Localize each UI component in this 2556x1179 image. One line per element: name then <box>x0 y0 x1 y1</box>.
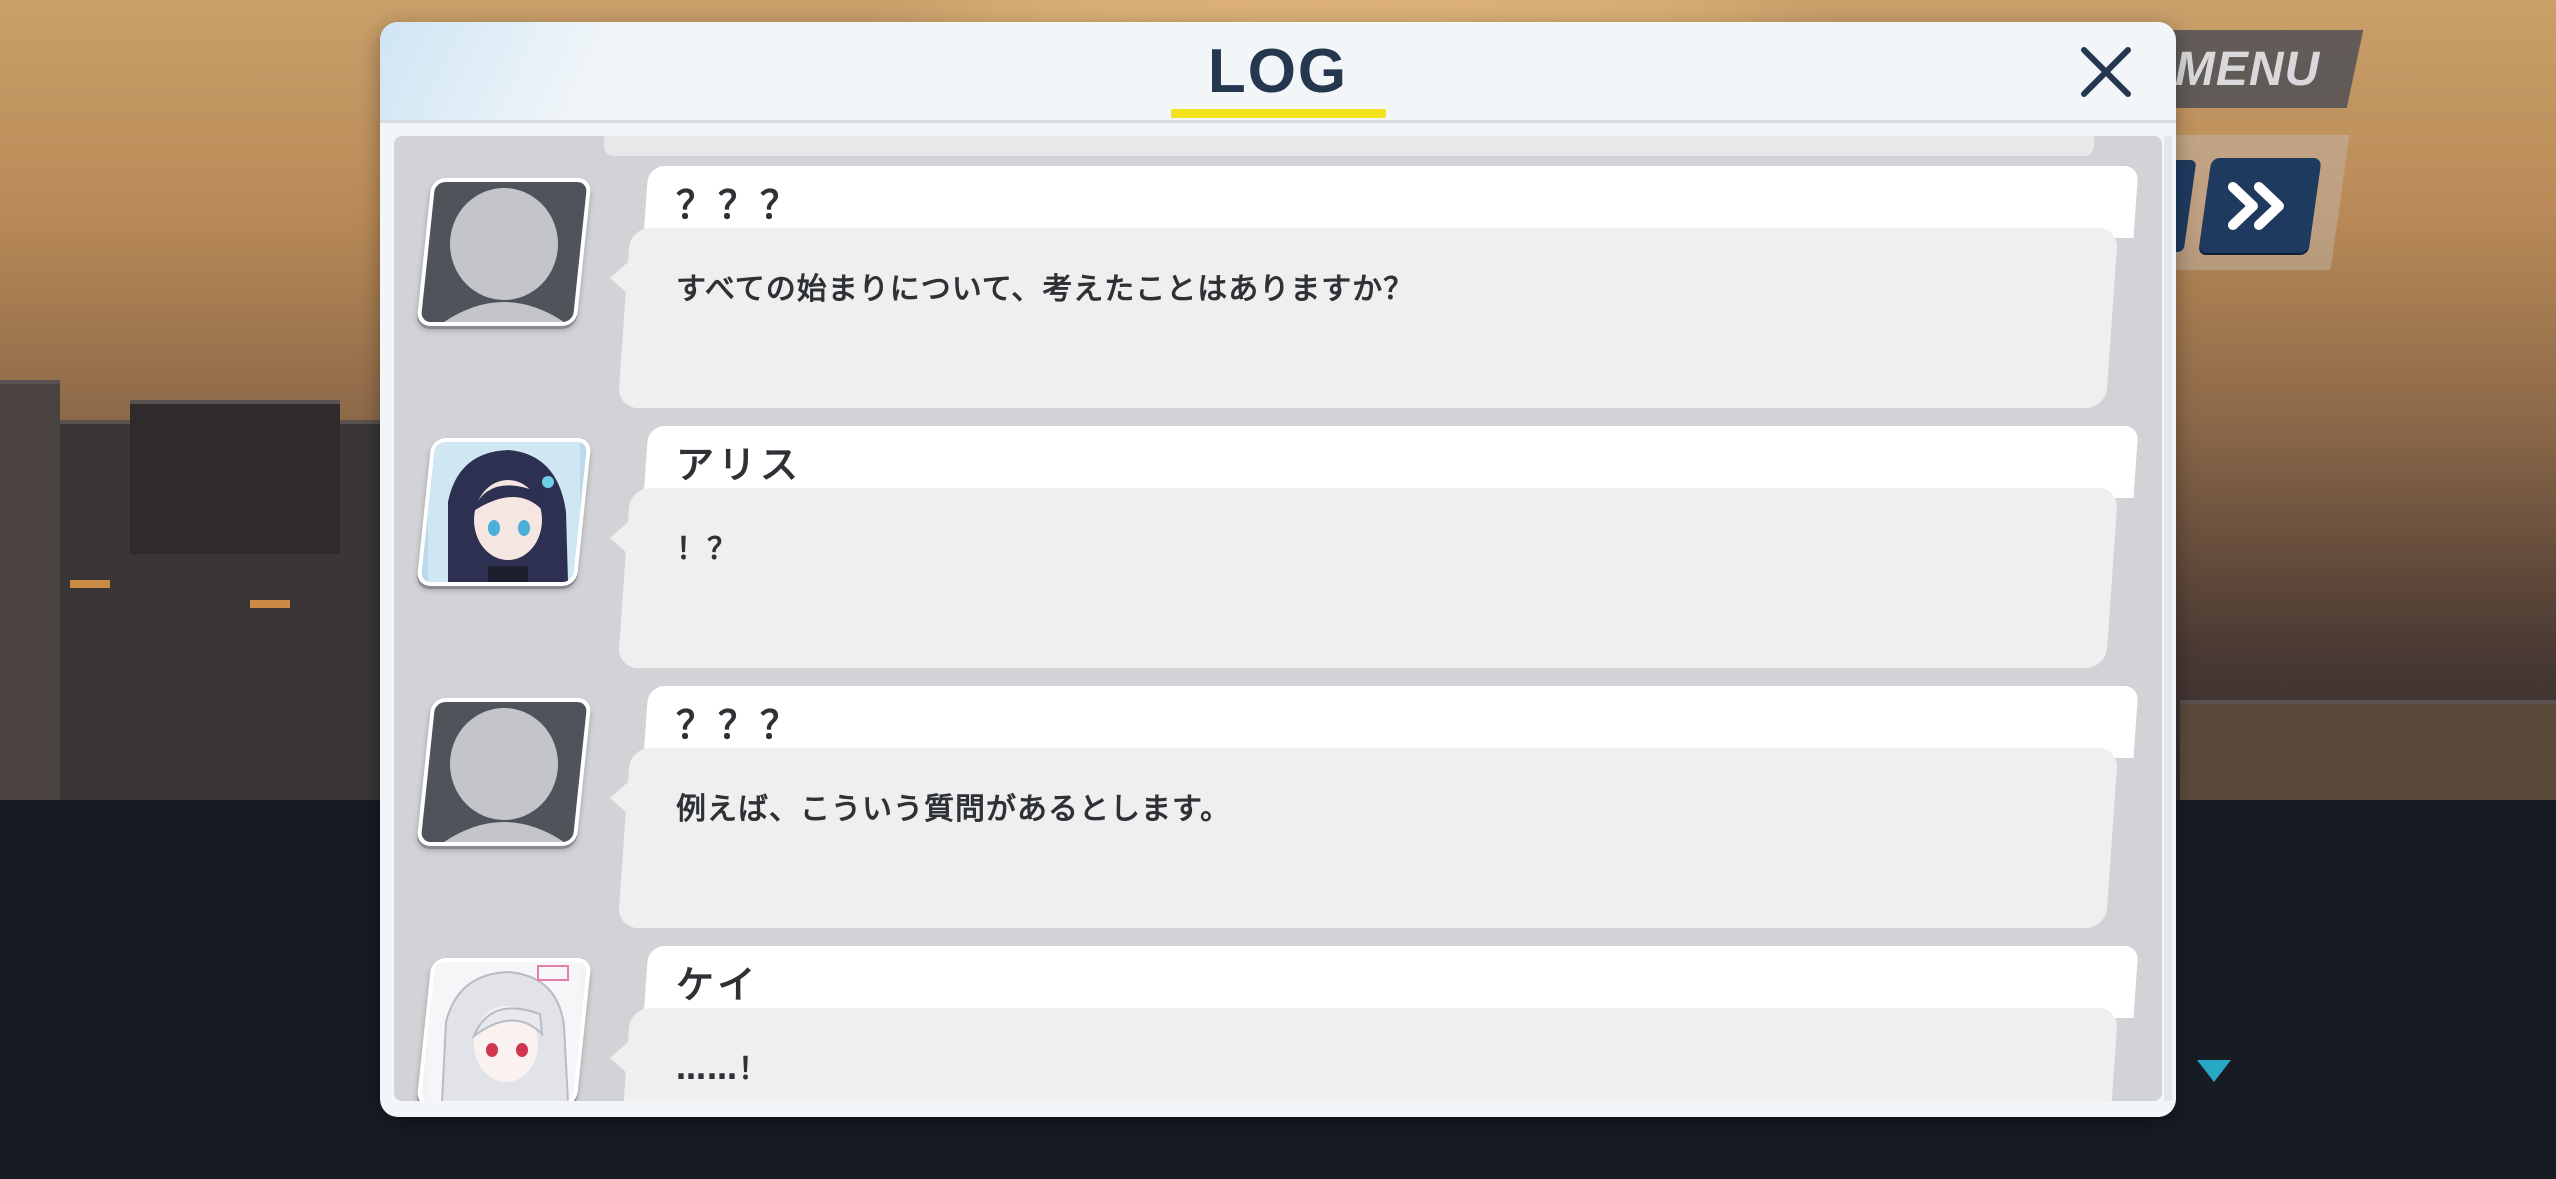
scroll-bar[interactable] <box>2164 136 2172 1101</box>
double-chevron-right-icon <box>2228 181 2284 230</box>
triangle-down-icon <box>2197 1060 2231 1082</box>
speaker-name: ？？？ <box>676 183 803 227</box>
dialogue-bubble <box>617 488 2119 668</box>
log-entry: ？？？ 例えば、こういう質問があるとします。 <box>394 686 2162 931</box>
background-light-strip <box>70 580 110 588</box>
background-building-left-upper <box>130 400 340 554</box>
portrait <box>416 178 592 326</box>
dialogue-text: すべての始まりについて、考えたことはありますか？ <box>676 272 1415 307</box>
portrait-kei <box>420 962 588 1101</box>
silhouette-icon <box>444 708 564 842</box>
menu-button-label: MENU <box>2174 42 2321 96</box>
background-building-left-tower <box>0 380 60 804</box>
speaker-name: ケイ <box>676 963 760 1007</box>
dialogue-text: ！？ <box>676 532 738 567</box>
background-building-right <box>2180 700 2556 814</box>
silhouette-icon <box>444 188 564 322</box>
kei-portrait-icon <box>428 962 580 1101</box>
title-underline <box>1171 109 1386 118</box>
dialogue-text: ……！ <box>676 1052 769 1087</box>
dialogue-bubble <box>617 1008 2119 1101</box>
portrait <box>416 438 592 586</box>
dialogue-text: 例えば、こういう質問があるとします。 <box>676 792 1231 827</box>
dialogue-bubble <box>617 748 2119 928</box>
log-header: LOG <box>380 22 2176 123</box>
log-title: LOG <box>1207 37 1349 106</box>
portrait-arisu <box>420 442 588 582</box>
log-entry: アリス ！？ <box>394 426 2162 671</box>
speaker-name: ？？？ <box>676 703 803 747</box>
skip-button[interactable] <box>2198 158 2322 253</box>
arisu-portrait-icon <box>428 442 580 582</box>
dialogue-bubble <box>617 228 2119 408</box>
portrait <box>416 958 592 1101</box>
log-window: LOG ？？？ すべての始まりについて、考えたことはありますか？ アリス ！？ … <box>380 22 2176 1117</box>
log-list[interactable]: ？？？ すべての始まりについて、考えたことはありますか？ アリス ！？ ？？？ … <box>394 136 2162 1101</box>
speaker-name: アリス <box>676 443 803 487</box>
close-icon <box>2081 47 2131 97</box>
close-button[interactable] <box>2074 40 2138 104</box>
portrait-silhouette <box>420 702 588 842</box>
previous-entry-edge <box>604 136 2094 156</box>
portrait <box>416 698 592 846</box>
log-entry: ？？？ すべての始まりについて、考えたことはありますか？ <box>394 166 2162 411</box>
background-light-strip <box>250 600 290 608</box>
portrait-silhouette <box>420 182 588 322</box>
log-entry: ケイ ……！ <box>394 946 2162 1101</box>
